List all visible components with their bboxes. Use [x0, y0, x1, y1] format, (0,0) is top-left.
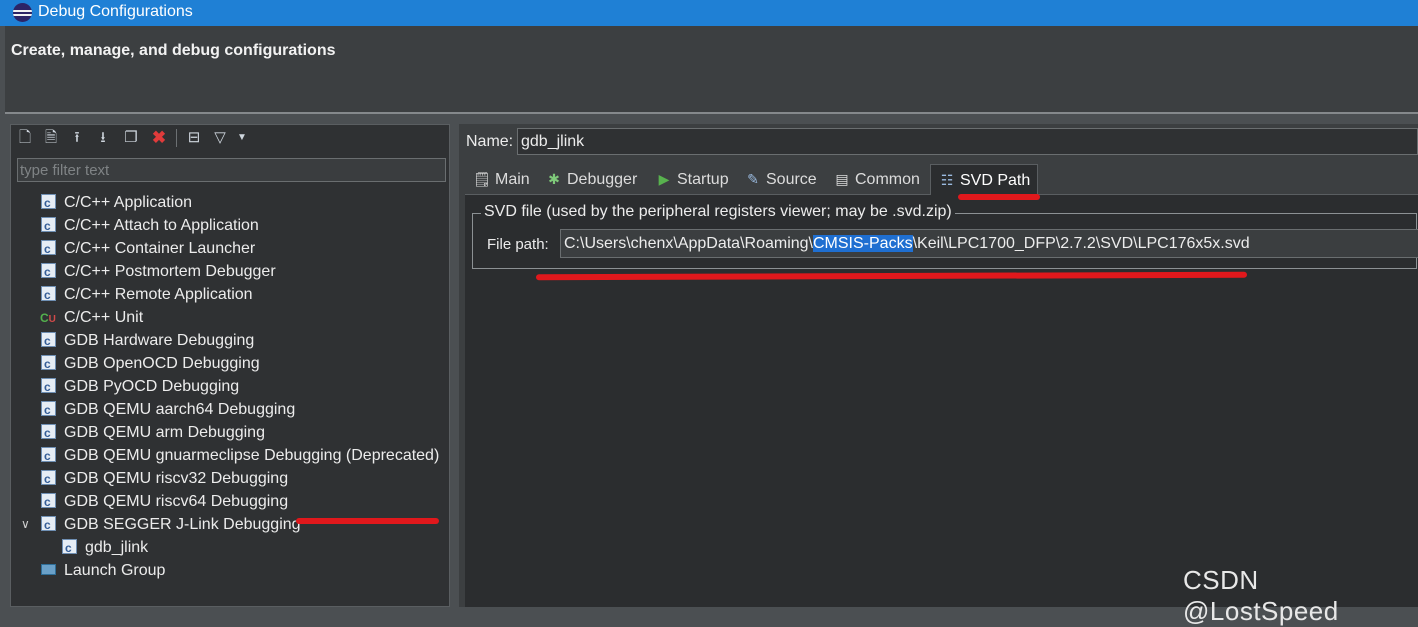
c-config-icon [41, 192, 56, 215]
tree-item-label: Launch Group [64, 562, 166, 579]
tab-main[interactable]: 🗒 Main [473, 164, 530, 194]
delete-icon[interactable]: ✖ [149, 127, 169, 149]
import-icon[interactable]: ⭳ [93, 127, 113, 149]
file-path-text-before: C:\Users\chenx\AppData\Roaming\ [564, 235, 813, 252]
tree-item-label: C/C++ Container Launcher [64, 240, 256, 257]
dialog-headline: Create, manage, and debug configurations [11, 42, 336, 59]
c-config-icon [41, 399, 56, 422]
tab-label: Debugger [567, 171, 638, 188]
dropdown-arrow-icon[interactable]: ▼ [232, 127, 252, 149]
c-config-icon [41, 353, 56, 376]
tree-item-label: GDB QEMU gnuarmeclipse Debugging (Deprec… [64, 447, 440, 464]
svd-path-content: SVD file (used by the peripheral registe… [465, 195, 1418, 607]
c-config-icon [41, 330, 56, 353]
c-config-icon [41, 215, 56, 238]
svd-file-group-title: SVD file (used by the peripheral registe… [481, 203, 955, 221]
tree-item-label: C/C++ Attach to Application [64, 217, 259, 234]
name-input[interactable] [517, 128, 1418, 155]
tab-label: Source [766, 171, 817, 188]
filter-icon[interactable]: ▽ [210, 127, 230, 149]
svd-path-tab-icon: ☷ [940, 172, 954, 188]
startup-tab-icon: ▶ [658, 171, 670, 187]
tree-item-label: GDB Hardware Debugging [64, 332, 255, 349]
c-config-icon [41, 491, 56, 514]
file-path-label: File path: [487, 236, 549, 253]
tree-item-label: C/C++ Unit [64, 309, 144, 326]
common-tab-icon: ▤ [835, 171, 849, 187]
file-path-text-after: \Keil\LPC1700_DFP\2.7.2\SVD\LPC176x5x.sv… [912, 235, 1250, 252]
c-config-icon [41, 422, 56, 445]
launch-group-icon [41, 564, 56, 575]
tree-item-label: C/C++ Remote Application [64, 286, 253, 303]
tab-bar: 🗒 Main ✱ Debugger ▶ Startup ✎ Source ▤ Common… [465, 162, 1418, 195]
annotation-underline [296, 518, 439, 524]
c-config-icon [41, 468, 56, 491]
window-title: Debug Configurations [38, 3, 193, 20]
title-bar: Debug Configurations [0, 0, 1418, 26]
svd-file-group: SVD file (used by the peripheral registe… [472, 203, 1418, 269]
tab-label: SVD Path [960, 172, 1031, 189]
c-config-icon [41, 514, 56, 537]
tab-label: Main [495, 171, 530, 188]
c-config-icon [62, 537, 77, 560]
header-separator [5, 112, 1418, 114]
export-icon[interactable]: ⭱ [67, 127, 87, 149]
eclipse-icon [13, 3, 32, 22]
c-config-icon [41, 261, 56, 284]
duplicate-icon[interactable]: ❐ [121, 127, 141, 149]
c-config-icon [41, 284, 56, 307]
tree-item-label: gdb_jlink [85, 539, 149, 556]
file-path-input[interactable]: C:\Users\chenx\AppData\Roaming\CMSIS-Pac… [560, 229, 1418, 258]
tree-item-label: C/C++ Postmortem Debugger [64, 263, 276, 280]
main-tab-icon: 🗒 [473, 171, 491, 187]
collapse-all-icon[interactable]: ⊟ [184, 127, 204, 149]
watermark: CSDN @LostSpeed [1183, 565, 1339, 626]
tab-common[interactable]: ▤ Common [833, 164, 920, 194]
tree-item-label: C/C++ Application [64, 194, 193, 211]
new-prototype-icon[interactable]: 🗎 [41, 127, 61, 149]
tab-svd-path[interactable]: ☷ SVD Path [930, 164, 1039, 195]
configuration-editor: Name: 🗒Main ✱ Debugger ▶ Startup ✎ Source ▤… [459, 124, 1418, 607]
filter-input[interactable] [17, 158, 446, 182]
tree-item-label: GDB QEMU riscv32 Debugging [64, 470, 289, 487]
tab-label: Common [855, 171, 920, 188]
tree-item-label: GDB QEMU aarch64 Debugging [64, 401, 296, 418]
annotation-underline [958, 194, 1040, 200]
c-unit-icon: CU [40, 311, 56, 325]
tab-source[interactable]: ✎ Source [744, 164, 817, 194]
tree-item-label: GDB QEMU riscv64 Debugging [64, 493, 289, 510]
configuration-tree-panel: 🗋 🗎 ⭱ ⭳ ❐ ✖ ⊟ ▽ ▼ C/C++ Application C/C+… [10, 124, 450, 607]
tab-label: Startup [677, 171, 729, 188]
tab-debugger[interactable]: ✱ Debugger [545, 164, 637, 194]
name-label: Name: [466, 133, 514, 150]
tree-item-label: GDB QEMU arm Debugging [64, 424, 265, 441]
tree-item-label: GDB PyOCD Debugging [64, 378, 240, 395]
chevron-down-icon[interactable]: ∨ [21, 513, 30, 536]
dialog-header: Create, manage, and debug configurations [5, 26, 1418, 112]
source-tab-icon: ✎ [747, 171, 759, 187]
c-config-icon [41, 238, 56, 261]
tree-item-label: GDB SEGGER J-Link Debugging [64, 516, 301, 533]
file-path-selected-text: CMSIS-Packs [813, 235, 913, 252]
debugger-tab-icon: ✱ [548, 171, 560, 187]
toolbar-separator [176, 129, 177, 147]
c-config-icon [41, 445, 56, 468]
tree-item-label: GDB OpenOCD Debugging [64, 355, 260, 372]
tab-startup[interactable]: ▶ Startup [655, 164, 729, 194]
c-config-icon [41, 376, 56, 399]
new-configuration-icon[interactable]: 🗋 [15, 127, 35, 149]
